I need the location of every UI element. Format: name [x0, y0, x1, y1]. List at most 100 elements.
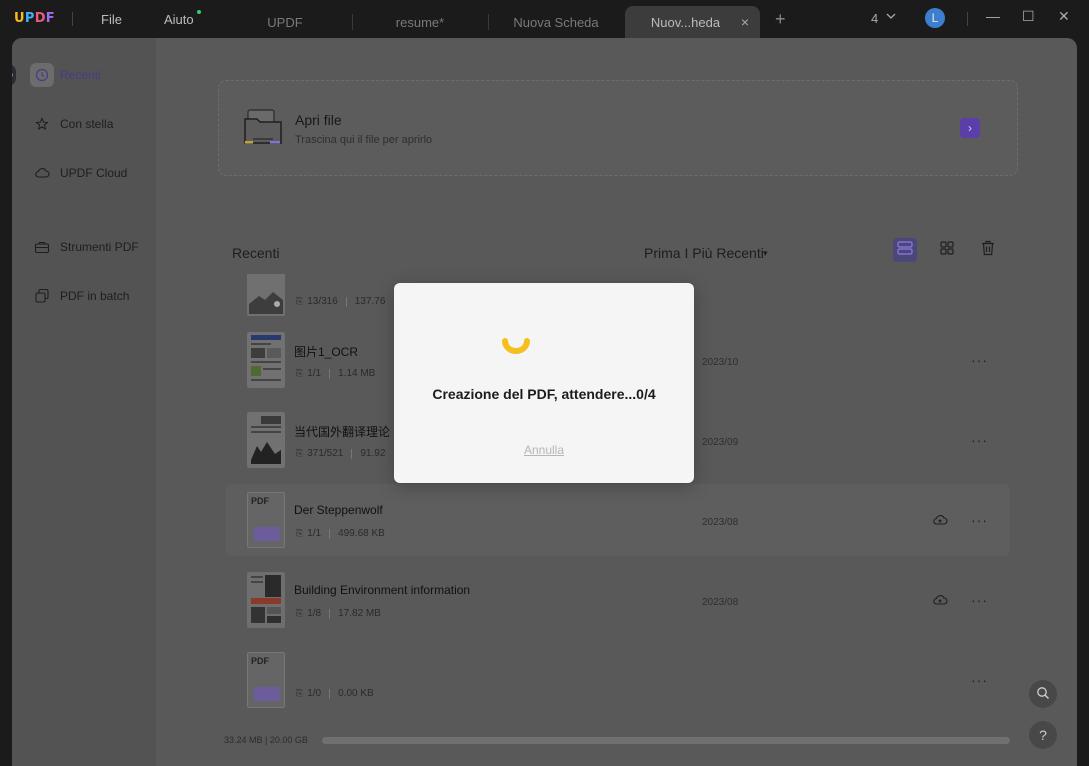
storage-usage: 33.24 MB | 20.00 GB — [224, 735, 308, 745]
file-date: 2023/10 — [702, 357, 739, 368]
divider — [329, 688, 331, 699]
open-file-arrow-button[interactable]: › — [960, 118, 980, 138]
window-count[interactable]: 4 — [871, 11, 878, 26]
sidebar-item-updf-cloud[interactable]: UPDF Cloud — [30, 160, 127, 186]
menu-help[interactable]: Aiuto — [164, 12, 194, 27]
trash-icon — [981, 240, 995, 261]
file-name: 图片1_OCR — [294, 345, 359, 359]
open-file-title: Apri file — [295, 112, 342, 128]
maximize-icon[interactable]: ☐ — [1022, 8, 1035, 25]
search-button[interactable] — [1029, 680, 1057, 708]
file-name: Der Steppenwolf — [294, 503, 383, 517]
more-options-icon[interactable]: ··· — [971, 512, 988, 528]
sidebar-indicator — [12, 64, 16, 86]
tab-label: UPDF — [267, 14, 303, 30]
file-meta: ⎘ 13/316 137.76 — [296, 296, 385, 307]
more-options-icon[interactable]: ··· — [971, 592, 988, 608]
pdf-label: PDF — [251, 496, 269, 506]
file-name: Building Environment information — [294, 583, 471, 597]
help-button[interactable]: ? — [1029, 721, 1057, 749]
list-view-icon — [897, 240, 913, 260]
minimize-icon[interactable]: — — [986, 8, 1000, 24]
tab-new[interactable]: Nuova Scheda — [489, 6, 623, 38]
file-date: 2023/08 — [702, 597, 739, 608]
tab-updf[interactable]: UPDF — [218, 6, 352, 38]
tab-label: Nuov...heda — [650, 14, 721, 30]
tab-label: resume* — [395, 14, 445, 30]
sidebar-item-con-stella[interactable]: Con stella — [30, 111, 113, 137]
file-thumbnail — [247, 274, 285, 316]
sort-caret-icon[interactable]: ▾ — [763, 248, 768, 259]
file-pages: 1/1 — [307, 528, 322, 539]
logo-letter: P — [24, 11, 35, 26]
divider — [329, 368, 331, 379]
file-pages: 1/8 — [307, 608, 322, 619]
tab-resume[interactable]: resume* — [353, 6, 487, 38]
list-item[interactable]: Building Environment information ⎘ 1/8 1… — [226, 564, 1010, 636]
chevron-down-icon[interactable] — [885, 10, 897, 25]
pdf-file-icon: PDF — [247, 652, 285, 708]
progress-dialog: Creazione del PDF, attendere...0/4 Annul… — [394, 283, 694, 483]
folder-icon — [243, 107, 283, 152]
cancel-button[interactable]: Annulla — [394, 443, 694, 457]
file-date: 2023/09 — [702, 437, 739, 448]
sidebar-item-strumenti-pdf[interactable]: Strumenti PDF — [30, 234, 139, 260]
logo-letter: U — [14, 11, 25, 26]
star-icon — [30, 112, 54, 136]
cloud-upload-icon[interactable] — [932, 593, 948, 612]
more-options-icon[interactable]: ··· — [971, 672, 988, 688]
help-icon: ? — [1039, 727, 1047, 743]
file-pages: 1/0 — [307, 688, 322, 699]
pages-icon: ⎘ — [296, 296, 304, 306]
loading-spinner-icon — [501, 335, 531, 362]
file-size: 137.76 — [354, 296, 386, 307]
file-meta: ⎘ 1/1 1.14 MB — [296, 368, 375, 379]
add-tab-icon[interactable]: + — [775, 9, 786, 30]
sidebar-item-label: Con stella — [60, 117, 114, 131]
clock-icon — [30, 63, 54, 87]
pages-icon: ⎘ — [296, 368, 304, 378]
divider — [329, 608, 331, 619]
sidebar-item-recenti[interactable]: Recenti — [30, 62, 101, 88]
pages-icon: ⎘ — [296, 528, 304, 538]
more-options-icon[interactable]: ··· — [971, 432, 988, 448]
file-pages: 13/316 — [307, 296, 338, 307]
briefcase-icon — [30, 235, 54, 259]
file-thumbnail — [247, 332, 285, 388]
open-file-dropzone[interactable]: Apri file Trascina qui il file per aprir… — [218, 80, 1018, 176]
file-thumbnail — [247, 412, 285, 468]
grid-view-button[interactable] — [935, 238, 959, 262]
image-placeholder — [254, 687, 280, 701]
file-name: 当代国外翻译理论 — [294, 425, 391, 439]
updf-logo[interactable]: UPDF — [14, 11, 55, 26]
cloud-icon — [30, 161, 54, 185]
delete-button[interactable] — [976, 238, 1000, 262]
logo-letter: D — [34, 11, 46, 26]
list-view-button[interactable] — [893, 238, 917, 262]
divider — [72, 12, 73, 26]
cloud-upload-icon[interactable] — [932, 513, 948, 532]
title-bar: UPDF File Aiuto UPDF resume* Nuova Sched… — [0, 0, 1089, 38]
avatar[interactable]: L — [925, 8, 945, 28]
close-window-icon[interactable]: ✕ — [1058, 8, 1070, 25]
tab-active[interactable]: Nuov...heda × — [625, 6, 760, 38]
more-options-icon[interactable]: ··· — [971, 352, 988, 368]
list-item[interactable]: PDF ⎘ 1/0 0.00 KB ··· — [226, 644, 1010, 716]
sidebar-item-label: UPDF Cloud — [60, 166, 128, 180]
pages-icon: ⎘ — [296, 688, 304, 698]
divider — [345, 296, 347, 307]
close-tab-icon[interactable]: × — [741, 14, 749, 30]
menu-file[interactable]: File — [101, 12, 122, 27]
file-date: 2023/08 — [702, 517, 739, 528]
search-icon — [1036, 686, 1050, 703]
tab-label: Nuova Scheda — [513, 14, 599, 30]
dialog-message: Creazione del PDF, attendere...0/4 — [432, 386, 656, 402]
sort-dropdown[interactable]: Prima I Più Recenti — [644, 245, 764, 261]
file-size: 17.82 MB — [338, 608, 381, 619]
notification-dot — [197, 10, 201, 14]
file-size: 91.92 — [360, 448, 386, 459]
logo-letter: F — [45, 11, 55, 26]
list-item[interactable]: PDF Der Steppenwolf ⎘ 1/1 499.68 KB 2023… — [226, 484, 1010, 556]
file-meta: ⎘ 371/521 91.92 — [296, 448, 385, 459]
sidebar-item-label: Strumenti PDF — [60, 240, 139, 254]
